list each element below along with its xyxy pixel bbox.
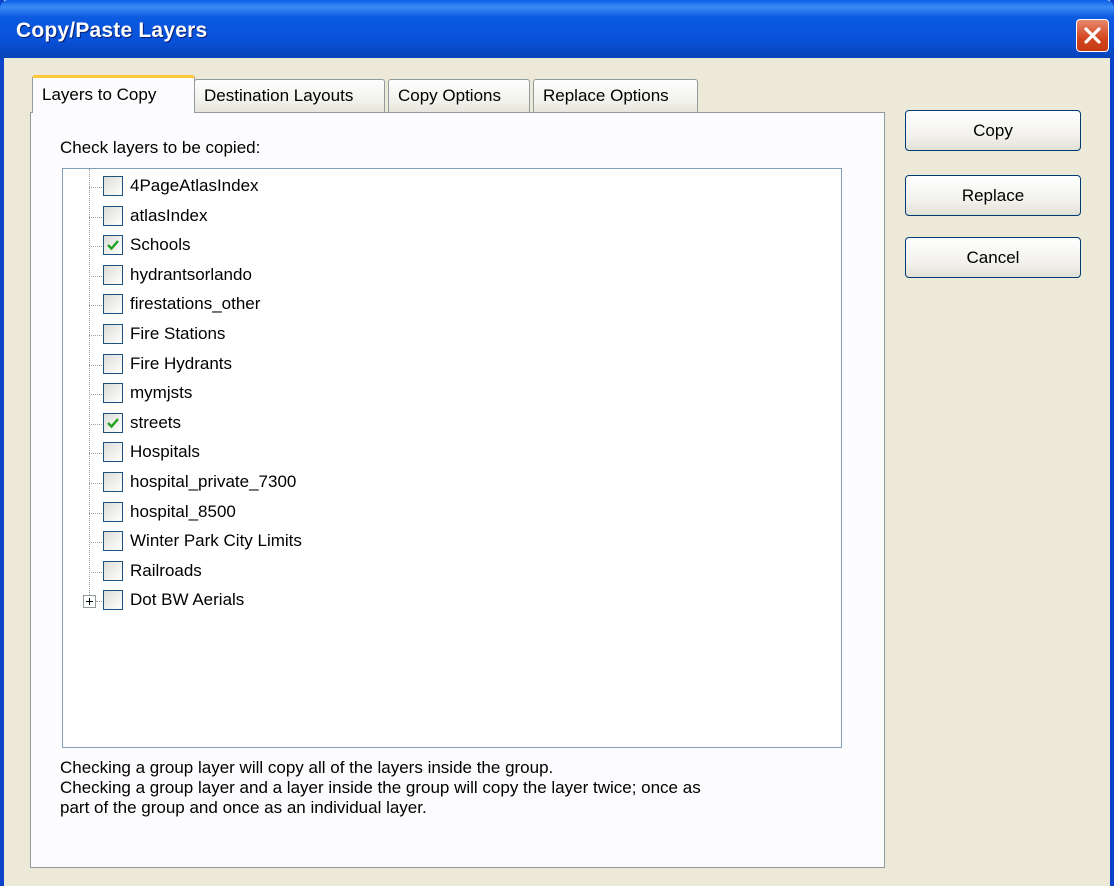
tree-branch	[89, 512, 102, 514]
layer-checkbox[interactable]	[103, 412, 123, 433]
tree-branch	[89, 216, 102, 218]
layer-checkbox[interactable]	[103, 176, 123, 196]
layer-checkbox[interactable]	[103, 353, 123, 374]
layer-label: streets	[130, 412, 182, 432]
note-group-layer: Checking a group layer will copy all of …	[60, 758, 554, 777]
layer-checkbox[interactable]	[103, 531, 123, 552]
tree-branch	[89, 335, 102, 336]
layer-label: Fire Hydrants	[130, 353, 233, 373]
layer-label: Fire Stations	[130, 324, 226, 343]
tree-branch	[89, 246, 102, 248]
copy-paste-layers-dialog: Copy/Paste Layers Destination Layouts Co…	[0, 0, 1114, 886]
tree-branch	[89, 542, 102, 544]
layer-checkbox[interactable]	[103, 560, 123, 581]
close-icon	[1084, 27, 1101, 44]
layer-row[interactable]: streets	[63, 409, 763, 437]
layer-checkbox[interactable]	[103, 324, 123, 344]
check-icon	[107, 240, 119, 251]
layer-row[interactable]: Schools	[63, 231, 763, 259]
tree-branch	[89, 394, 102, 396]
layer-checkbox[interactable]	[103, 501, 123, 522]
help-notes: Checking a group layer will copy all of …	[60, 758, 860, 818]
layer-checkbox[interactable]	[103, 264, 123, 285]
layer-label: atlasIndex	[130, 205, 208, 225]
layer-checkbox[interactable]	[103, 383, 123, 404]
layer-tree[interactable]: 4PageAtlasIndex atlasIndex Schools hydrants…	[62, 168, 842, 748]
tree-branch	[89, 187, 102, 188]
tree-branch	[89, 453, 102, 455]
layer-row[interactable]: atlasIndex	[63, 202, 763, 230]
tree-branch	[89, 275, 102, 277]
close-button[interactable]	[1076, 19, 1109, 52]
layer-row[interactable]: Winter Park City Limits	[63, 527, 763, 555]
layer-row[interactable]: hospital_private_7300	[63, 468, 763, 496]
instruction-label: Check layers to be copied:	[60, 138, 261, 157]
layer-label: Winter Park City Limits	[130, 531, 302, 551]
layer-row[interactable]: Railroads	[63, 557, 763, 585]
layer-label: 4PageAtlasIndex	[130, 176, 259, 195]
window-title: Copy/Paste Layers	[16, 19, 208, 42]
layer-row[interactable]: mymjsts	[63, 379, 763, 407]
tab-panel-layers-to-copy: Check layers to be copied: 4PageAtlasInd…	[30, 112, 885, 868]
layer-row[interactable]: hospital_8500	[63, 498, 763, 526]
tab-layers-to-copy[interactable]: Layers to Copy	[32, 75, 195, 113]
layer-label: Schools	[130, 235, 191, 255]
cancel-button[interactable]: Cancel	[905, 237, 1081, 278]
tree-branch	[89, 483, 102, 484]
tree-branch	[89, 305, 102, 307]
layer-checkbox[interactable]	[103, 472, 123, 492]
layer-row[interactable]: Dot BW Aerials	[63, 586, 763, 614]
note-group-and-inner-layer: Checking a group layer and a layer insid…	[60, 778, 701, 817]
layer-label: Hospitals	[130, 442, 200, 462]
tab-copy-options[interactable]: Copy Options	[388, 79, 530, 112]
layer-checkbox[interactable]	[103, 442, 123, 463]
layer-row[interactable]: Hospitals	[63, 438, 763, 466]
title-bar[interactable]: Copy/Paste Layers	[0, 0, 1114, 58]
layer-label: mymjsts	[130, 383, 193, 403]
tree-branch	[89, 364, 102, 366]
layer-label: hydrantsorlando	[130, 264, 252, 284]
tab-destination-layouts[interactable]: Destination Layouts	[194, 79, 385, 112]
layer-checkbox[interactable]	[103, 235, 123, 256]
tree-branch	[96, 601, 102, 603]
tree-branch	[89, 571, 102, 573]
layer-checkbox[interactable]	[103, 590, 123, 611]
layer-label: Dot BW Aerials	[130, 590, 245, 610]
layer-row[interactable]: 4PageAtlasIndex	[63, 172, 763, 200]
layer-label: hospital_8500	[130, 501, 236, 521]
layer-row[interactable]: Fire Hydrants	[63, 350, 763, 378]
layer-row[interactable]: firestations_other	[63, 290, 763, 318]
check-icon	[107, 418, 119, 429]
layer-label: hospital_private_7300	[130, 472, 297, 491]
layer-row[interactable]: hydrantsorlando	[63, 261, 763, 289]
copy-button[interactable]: Copy	[905, 110, 1081, 151]
replace-button[interactable]: Replace	[905, 175, 1081, 216]
tab-replace-options[interactable]: Replace Options	[533, 79, 698, 112]
plus-expander-icon[interactable]	[83, 595, 96, 609]
tree-branch	[89, 423, 102, 425]
layer-checkbox[interactable]	[103, 205, 123, 226]
layer-label: firestations_other	[130, 294, 261, 314]
layer-label: Railroads	[130, 560, 202, 580]
layer-checkbox[interactable]	[103, 294, 123, 315]
layer-row[interactable]: Fire Stations	[63, 320, 763, 348]
